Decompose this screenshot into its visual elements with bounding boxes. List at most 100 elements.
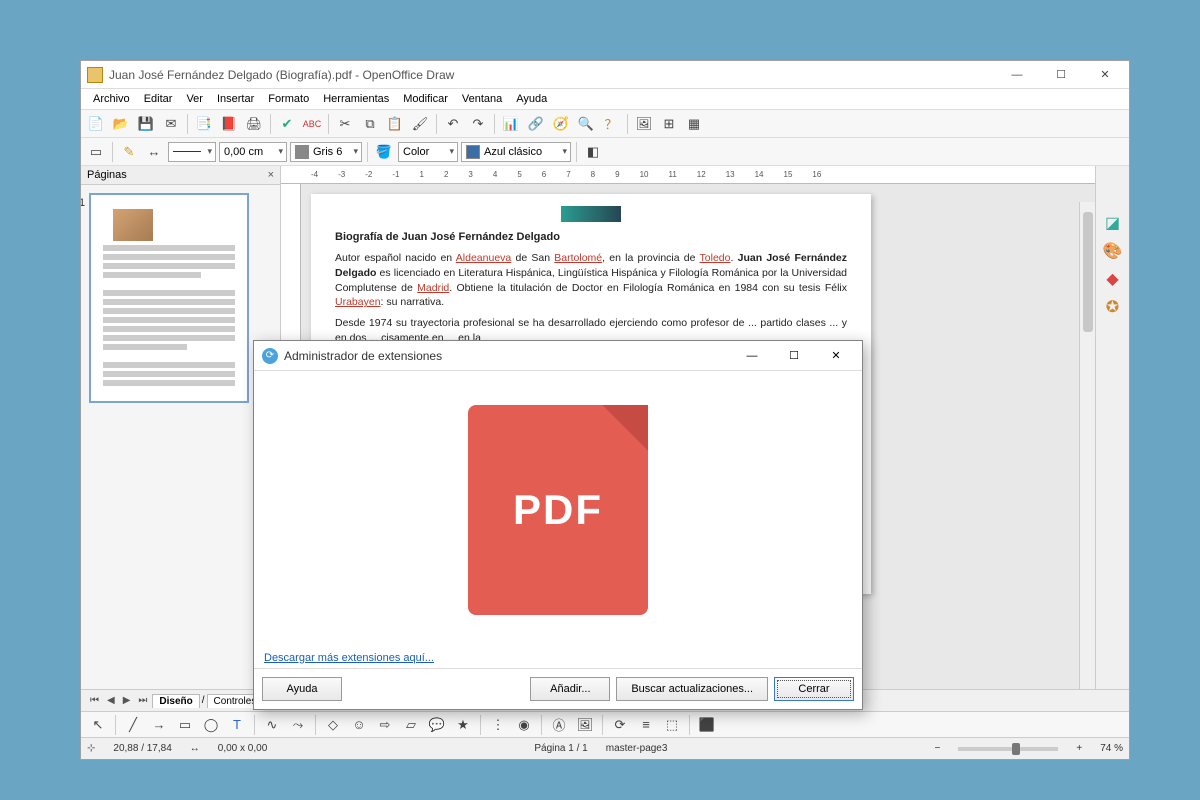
dialog-close-button[interactable]: ✕ (818, 345, 854, 367)
dialog-maximize-button[interactable]: ☐ (776, 345, 812, 367)
zoom-icon[interactable]: 🔍 (575, 113, 597, 135)
link-bartolome[interactable]: Bartolomé (554, 252, 602, 264)
paste-icon[interactable]: 📋 (384, 113, 406, 135)
zoom-in-button[interactable]: + (1076, 743, 1082, 754)
fontwork-icon[interactable]: Ⓐ (548, 714, 570, 736)
tab-nav-first[interactable]: ⏮ (87, 695, 102, 706)
hyperlink-icon[interactable]: 🔗 (525, 113, 547, 135)
rect-icon[interactable]: ▭ (174, 714, 196, 736)
panel-close-icon[interactable]: × (268, 169, 274, 181)
rotate-icon[interactable]: ⟳ (609, 714, 631, 736)
menu-insertar[interactable]: Insertar (211, 91, 260, 107)
color-icon[interactable]: ◆ (1102, 268, 1124, 290)
gallery-icon[interactable]: 🎨 (1102, 240, 1124, 262)
more-extensions-link[interactable]: Descargar más extensiones aquí... (264, 652, 434, 664)
help-button[interactable]: Ayuda (262, 677, 342, 701)
vertical-scrollbar[interactable] (1079, 202, 1095, 689)
menu-formato[interactable]: Formato (262, 91, 315, 107)
undo-icon[interactable]: ↶ (442, 113, 464, 135)
copy-icon[interactable]: ⧉ (359, 113, 381, 135)
close-button[interactable]: ✕ (1087, 65, 1123, 85)
check-updates-button[interactable]: Buscar actualizaciones... (616, 677, 768, 701)
pdf-export-icon[interactable]: 📕 (218, 113, 240, 135)
fill-icon[interactable]: 🪣 (373, 141, 395, 163)
status-master: master-page3 (606, 743, 668, 754)
arrow-ends-icon[interactable]: ↔ (143, 141, 165, 163)
tab-nav-last[interactable]: ⏭ (135, 695, 150, 706)
extrusion-icon[interactable]: ⬛ (696, 714, 718, 736)
cut-icon[interactable]: ✂ (334, 113, 356, 135)
shadow-icon[interactable]: ◧ (582, 141, 604, 163)
menu-herramientas[interactable]: Herramientas (317, 91, 395, 107)
redo-icon[interactable]: ↷ (467, 113, 489, 135)
callouts-icon[interactable]: 💬 (426, 714, 448, 736)
format-paint-icon[interactable]: 🖌 (409, 113, 431, 135)
dialog-body: PDF (254, 371, 862, 648)
line-icon[interactable]: ╱ (122, 714, 144, 736)
zoom-slider[interactable] (958, 747, 1058, 751)
connector-icon[interactable]: ⤳ (287, 714, 309, 736)
tab-nav-next[interactable]: ▶ (120, 695, 134, 706)
arrow-select-icon[interactable]: ▭ (85, 141, 107, 163)
link-aldeanueva[interactable]: Aldeanueva (456, 252, 511, 264)
chart-icon[interactable]: 📊 (500, 113, 522, 135)
navigator-icon[interactable]: ✪ (1102, 296, 1124, 318)
edit-icon[interactable]: 📑 (193, 113, 215, 135)
datasource-icon[interactable]: ⊞ (658, 113, 680, 135)
tab-diseno[interactable]: Diseño (152, 694, 199, 708)
open-icon[interactable]: 📂 (110, 113, 132, 135)
new-icon[interactable]: 📄 (85, 113, 107, 135)
line-style-icon[interactable]: ✎ (118, 141, 140, 163)
pointer-icon[interactable]: ↖ (87, 714, 109, 736)
ellipse-icon[interactable]: ◯ (200, 714, 222, 736)
link-urabayen[interactable]: Urabayen (335, 296, 381, 308)
arrow-icon[interactable]: → (148, 714, 170, 736)
symbol-shapes-icon[interactable]: ☺ (348, 714, 370, 736)
curve-icon[interactable]: ∿ (261, 714, 283, 736)
basic-shapes-icon[interactable]: ◇ (322, 714, 344, 736)
link-toledo[interactable]: Toledo (700, 252, 731, 264)
block-arrows-icon[interactable]: ⇨ (374, 714, 396, 736)
minimize-button[interactable]: — (999, 65, 1035, 85)
menu-ayuda[interactable]: Ayuda (510, 91, 553, 107)
menu-ver[interactable]: Ver (180, 91, 209, 107)
maximize-button[interactable]: ☐ (1043, 65, 1079, 85)
mail-icon[interactable]: ✉ (160, 113, 182, 135)
auto-spell-icon[interactable]: ABC (301, 113, 323, 135)
flowchart-icon[interactable]: ▱ (400, 714, 422, 736)
status-size: 0,00 x 0,00 (218, 743, 267, 754)
insert-image-icon[interactable]: 🖼 (574, 714, 596, 736)
stars-icon[interactable]: ★ (452, 714, 474, 736)
styles-icon[interactable]: ◪ (1102, 212, 1124, 234)
print-icon[interactable]: 🖨 (243, 113, 265, 135)
text-icon[interactable]: T (226, 714, 248, 736)
points-icon[interactable]: ⋮ (487, 714, 509, 736)
line-color-combo[interactable]: Gris 6 (290, 142, 362, 162)
fill-mode-combo[interactable]: Color (398, 142, 458, 162)
tab-nav-prev[interactable]: ◀ (104, 695, 118, 706)
zoom-out-button[interactable]: − (935, 743, 941, 754)
close-dialog-button[interactable]: Cerrar (774, 677, 854, 701)
window-controls: — ☐ ✕ (999, 65, 1123, 85)
navigator-icon[interactable]: 🧭 (550, 113, 572, 135)
menu-modificar[interactable]: Modificar (397, 91, 454, 107)
menu-archivo[interactable]: Archivo (87, 91, 136, 107)
help-icon[interactable]: ？ (600, 113, 622, 135)
menu-ventana[interactable]: Ventana (456, 91, 508, 107)
spellcheck-icon[interactable]: ✔ (276, 113, 298, 135)
line-width-combo[interactable]: 0,00 cm (219, 142, 287, 162)
add-button[interactable]: Añadir... (530, 677, 610, 701)
line-style-combo[interactable] (168, 142, 216, 162)
grid-icon[interactable]: ▦ (683, 113, 705, 135)
align-icon[interactable]: ≡ (635, 714, 657, 736)
link-madrid[interactable]: Madrid (417, 282, 449, 294)
gallery-icon[interactable]: 🖼 (633, 113, 655, 135)
glue-icon[interactable]: ◉ (513, 714, 535, 736)
save-icon[interactable]: 💾 (135, 113, 157, 135)
page-thumbnail[interactable]: 1 (89, 193, 249, 403)
doc-heading: Biografía de Juan José Fernández Delgado (335, 230, 847, 245)
dialog-minimize-button[interactable]: — (734, 345, 770, 367)
fill-color-combo[interactable]: Azul clásico (461, 142, 571, 162)
menu-editar[interactable]: Editar (138, 91, 179, 107)
arrange-icon[interactable]: ⬚ (661, 714, 683, 736)
